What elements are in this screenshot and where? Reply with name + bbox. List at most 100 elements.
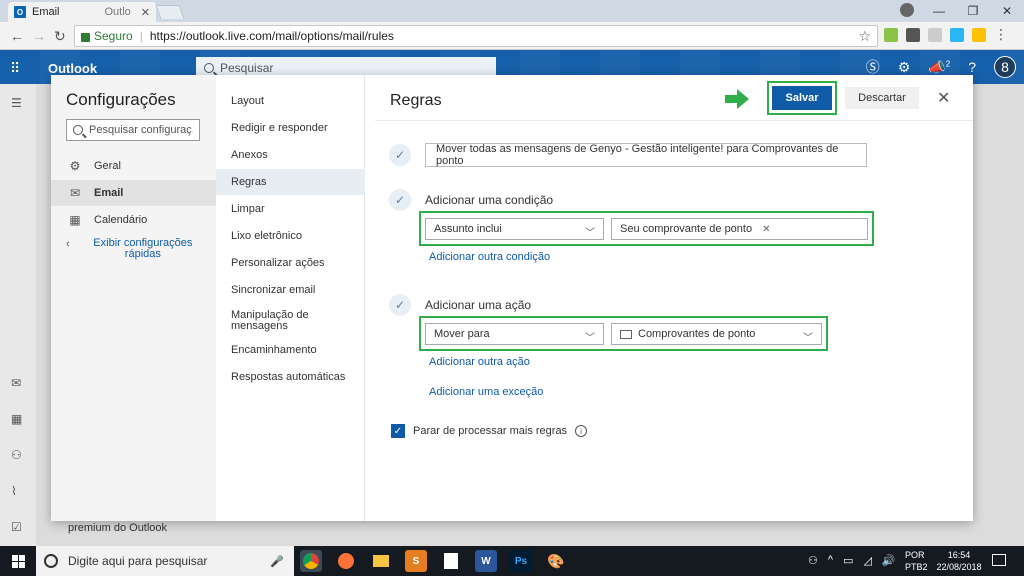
forward-icon[interactable]: →	[32, 28, 46, 44]
condition-select[interactable]: Assunto inclui ﹀	[425, 218, 604, 240]
attachment-icon[interactable]: ⌇	[11, 484, 17, 498]
condition-label: Adicionar uma condição	[425, 193, 554, 207]
extension-icon[interactable]	[928, 28, 942, 42]
remove-chip-icon[interactable]: ✕	[762, 224, 770, 235]
help-icon[interactable]: ?	[968, 59, 976, 75]
file-explorer-icon[interactable]	[370, 550, 392, 572]
browser-tab-bar: O Email Outlo ✕ — ❐ ✕	[0, 0, 1024, 22]
check-icon: ✓	[389, 144, 411, 166]
rule-name-input[interactable]: Mover todas as mensagens de Genyo - Gest…	[425, 143, 867, 167]
submenu-junk[interactable]: Lixo eletrônico	[216, 231, 365, 242]
close-icon[interactable]: ✕	[937, 88, 950, 108]
taskbar-search-input[interactable]: Digite aqui para pesquisar 🎤	[36, 546, 294, 576]
word-icon[interactable]: W	[475, 550, 497, 572]
url-text: https://outlook.live.com/mail/options/ma…	[149, 29, 394, 43]
tasks-icon[interactable]: ☑	[11, 520, 22, 534]
calendar-icon[interactable]: ▦	[11, 412, 22, 426]
secure-label: Seguro	[94, 29, 133, 43]
windows-start-icon[interactable]	[12, 555, 25, 568]
category-email[interactable]: ✉ Email	[51, 180, 216, 206]
category-general[interactable]: ⚙ Geral	[51, 153, 216, 179]
submenu-message-handling[interactable]: Manipulação de mensagens	[216, 310, 326, 332]
sublime-icon[interactable]: S	[405, 550, 427, 572]
submenu-attachments[interactable]: Anexos	[216, 150, 365, 161]
network-icon[interactable]: ◿	[863, 554, 871, 567]
windows-taskbar: Digite aqui para pesquisar 🎤 S W Ps 🎨 ⚇ …	[0, 546, 1024, 576]
people-icon[interactable]: ⚇	[11, 448, 22, 462]
quick-settings-link[interactable]: ‹ Exibir configurações rápidas	[66, 238, 206, 260]
save-button[interactable]: Salvar	[772, 86, 832, 110]
photoshop-icon[interactable]: Ps	[510, 550, 532, 572]
url-field[interactable]: Seguro | https://outlook.live.com/mail/o…	[74, 25, 878, 47]
settings-search-input[interactable]: Pesquisar configuraç...	[66, 119, 200, 141]
info-icon[interactable]: i	[575, 425, 588, 437]
stop-processing-checkbox[interactable]: ✓	[391, 424, 405, 438]
people-icon[interactable]: ⚇	[808, 554, 818, 567]
microphone-icon[interactable]: 🎤	[270, 555, 284, 568]
premium-promo[interactable]: premium do Outlook	[68, 522, 167, 534]
search-icon	[204, 63, 214, 73]
minimize-icon[interactable]: —	[922, 0, 956, 22]
add-action-link[interactable]: Adicionar outra ação	[429, 356, 530, 368]
add-condition-link[interactable]: Adicionar outra condição	[429, 251, 550, 263]
bookmark-star-icon[interactable]: ☆	[858, 28, 871, 45]
browser-tab[interactable]: O Email Outlo ✕	[8, 2, 156, 22]
action-select-value: Mover para	[434, 328, 490, 340]
app-launcher-icon[interactable]: ⠿	[10, 60, 20, 77]
submenu-auto-replies[interactable]: Respostas automáticas	[216, 372, 365, 383]
chevron-up-icon[interactable]: ^	[828, 554, 833, 567]
skype-icon[interactable]: Ⓢ	[866, 57, 880, 77]
submenu-rules[interactable]: Regras	[216, 169, 365, 195]
avatar[interactable]: 8	[994, 56, 1016, 78]
divider	[375, 120, 973, 121]
submenu-actions[interactable]: Personalizar ações	[216, 258, 365, 269]
gear-icon[interactable]: ⚙	[898, 59, 911, 76]
firefox-icon[interactable]	[335, 550, 357, 572]
action-select[interactable]: Mover para ﹀	[425, 323, 604, 345]
back-icon[interactable]: ←	[10, 28, 24, 44]
lock-icon	[81, 32, 90, 42]
folder-icon	[620, 329, 632, 339]
submenu-sweep[interactable]: Limpar	[216, 204, 365, 215]
extension-icon[interactable]	[972, 28, 986, 42]
window-close-icon[interactable]: ✕	[990, 0, 1024, 22]
check-icon: ✓	[389, 189, 411, 211]
chrome-icon[interactable]	[300, 550, 322, 572]
paint-icon[interactable]: 🎨	[545, 550, 567, 572]
submenu-compose[interactable]: Redigir e responder	[216, 123, 365, 134]
tab-title-secondary: Outlo	[104, 6, 131, 18]
hamburger-icon[interactable]: ☰	[11, 96, 22, 110]
cortana-icon	[44, 554, 58, 568]
category-calendar[interactable]: ▦ Calendário	[51, 207, 216, 233]
folder-select[interactable]: Comprovantes de ponto ﹀	[611, 323, 822, 345]
megaphone-icon[interactable]: 📣2	[928, 59, 950, 76]
eyedropper-icon[interactable]	[906, 28, 920, 42]
search-icon	[73, 125, 83, 135]
condition-value-input[interactable]: Seu comprovante de ponto ✕	[611, 218, 868, 240]
notes-icon[interactable]	[440, 550, 462, 572]
reload-icon[interactable]: ↻	[54, 28, 66, 45]
taskbar-search-placeholder: Digite aqui para pesquisar	[68, 554, 208, 568]
check-icon: ✓	[389, 294, 411, 316]
action-center-icon[interactable]	[992, 554, 1006, 566]
discard-button[interactable]: Descartar	[845, 87, 919, 109]
tab-close-icon[interactable]: ✕	[141, 6, 150, 19]
extension-icon[interactable]	[884, 28, 898, 42]
mail-icon[interactable]: ✉	[11, 376, 21, 390]
volume-icon[interactable]: 🔊	[882, 554, 896, 567]
clock[interactable]: 16:54 22/08/2018	[934, 549, 984, 573]
menu-icon[interactable]: ⋮	[994, 27, 1008, 42]
submenu-sync[interactable]: Sincronizar email	[216, 285, 365, 296]
submenu-forwarding[interactable]: Encaminhamento	[216, 345, 365, 356]
category-label: Email	[94, 187, 124, 199]
new-tab-button[interactable]	[155, 5, 185, 19]
language-indicator[interactable]: POR PTB2	[905, 549, 928, 573]
cloud-icon[interactable]	[950, 28, 964, 42]
maximize-icon[interactable]: ❐	[956, 0, 990, 22]
submenu-layout[interactable]: Layout	[216, 96, 365, 107]
settings-categories: Configurações Pesquisar configuraç... ⚙ …	[51, 75, 216, 521]
rules-panel: Regras Salvar Descartar ✕ ✓ Mover todas …	[365, 75, 973, 521]
battery-icon[interactable]: ▭	[843, 554, 853, 567]
profile-icon[interactable]	[900, 3, 914, 17]
add-exception-link[interactable]: Adicionar uma exceção	[429, 386, 543, 398]
